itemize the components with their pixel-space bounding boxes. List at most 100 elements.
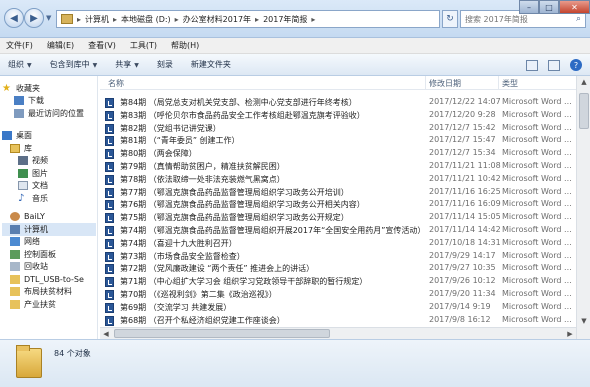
forward-button[interactable]: ▶: [24, 8, 44, 28]
file-name: 第82期 （党组书记讲党课）: [120, 123, 221, 133]
sidebar-item-label: 网络: [24, 237, 40, 247]
sidebar-item-favorites[interactable]: ★ 收藏夹: [2, 82, 96, 95]
file-row[interactable]: 第71期 （中心组扩大学习会 组织学习党政领导干部辞职的暂行规定） 2017/9/…: [100, 275, 576, 288]
file-row[interactable]: 第70期 （《巡视利剑》第二集《政治巡视》） 2017/9/20 11:34 Mic…: [100, 288, 576, 301]
breadcrumb-computer[interactable]: 计算机: [85, 14, 109, 25]
preview-pane-icon[interactable]: [548, 59, 560, 71]
word-document-icon: [105, 123, 114, 134]
library-icon: [10, 143, 20, 153]
file-name: 第72期 （党风廉政建设 “两个责任” 推进会上的讲话）: [120, 264, 315, 274]
file-row[interactable]: 第69期 （交流学习 共建发展） 2017/9/14 9:19 Microsoft …: [100, 301, 576, 314]
column-header-type[interactable]: 类型: [502, 78, 518, 89]
file-type: Microsoft Word ...: [502, 276, 572, 286]
file-row[interactable]: 第81期 （“青年委员” 创建工作） 2017/12/7 15:47 Microso…: [100, 134, 576, 147]
menu-view[interactable]: 查看(V): [88, 40, 116, 51]
maximize-button[interactable]: □: [539, 0, 559, 14]
scroll-down-icon[interactable]: ▼: [577, 315, 590, 327]
menu-help[interactable]: 帮助(H): [171, 40, 199, 51]
file-row[interactable]: 第80期 （两会保障） 2017/12/7 15:34 Microsoft Word…: [100, 147, 576, 160]
breadcrumb-folder[interactable]: 办公室材料2017年: [183, 14, 251, 25]
help-icon[interactable]: ?: [570, 59, 582, 71]
new-folder-button[interactable]: 新建文件夹: [191, 59, 231, 70]
column-header-name[interactable]: 名称: [108, 78, 124, 89]
music-icon: ♪: [18, 192, 25, 204]
close-button[interactable]: ✕: [559, 0, 590, 14]
file-row[interactable]: 第75期 （鄂温克旗食品药品监督管理局组织学习政务公开规定） 2017/11/14…: [100, 211, 576, 224]
chevron-down-icon: ▼: [92, 62, 98, 69]
view-controls: ?: [526, 59, 582, 71]
file-type: Microsoft Word ...: [502, 314, 572, 324]
breadcrumb-current[interactable]: 2017年简报: [263, 14, 307, 25]
burn-button[interactable]: 刻录: [157, 59, 173, 70]
menu-tools[interactable]: 工具(T): [130, 40, 157, 51]
sidebar-item-folder[interactable]: 布局扶贫材料: [2, 286, 96, 299]
sidebar-item-documents[interactable]: 文档: [2, 180, 96, 193]
sidebar-item-control-panel[interactable]: 控制面板: [2, 248, 96, 261]
navigation-pane: ★ 收藏夹 下载 最近访问的位置 桌面 库 视频 图片 文档 ♪ 音乐 BaiL…: [0, 76, 98, 339]
refresh-button[interactable]: ↻: [442, 10, 458, 28]
file-row[interactable]: 第78期 （依法取缔一处非法充装燃气黑窝点） 2017/11/21 10:42 Mi…: [100, 173, 576, 186]
details-pane: 84 个对象: [0, 339, 590, 387]
sidebar-item-recent[interactable]: 最近访问的位置: [2, 107, 96, 120]
change-view-icon[interactable]: [526, 59, 538, 71]
file-row[interactable]: 第84期 （局党总支对机关党支部、检测中心党支部进行年终考核） 2017/12/2…: [100, 96, 576, 109]
share-button[interactable]: 共享 ▼: [115, 59, 139, 70]
scroll-thumb[interactable]: [579, 93, 589, 129]
breadcrumb-separator-icon[interactable]: ▸: [175, 15, 179, 24]
sidebar-item-folder[interactable]: DTL_USB-to-Se: [2, 273, 96, 286]
sidebar-item-music[interactable]: ♪ 音乐: [2, 192, 96, 205]
vertical-scrollbar[interactable]: ▲ ▼: [576, 76, 590, 339]
menu-edit[interactable]: 编辑(E): [47, 40, 74, 51]
file-row[interactable]: 第68期 （召开个私经济组织党建工作座谈会） 2017/9/8 16:12 Micr…: [100, 314, 576, 327]
breadcrumb-separator-icon[interactable]: ▸: [77, 15, 81, 24]
download-folder-icon: [14, 96, 24, 106]
minimize-icon: –: [527, 2, 531, 12]
sidebar-item-downloads[interactable]: 下载: [2, 95, 96, 108]
minimize-button[interactable]: –: [519, 0, 539, 14]
computer-icon: [10, 224, 20, 234]
file-row[interactable]: 第73期 （市场食品安全监督检查） 2017/9/29 14:17 Microsof…: [100, 250, 576, 263]
word-document-icon: [105, 315, 114, 326]
file-row[interactable]: 第74期 （鄂温克旗食品药品监督管理局组织开展2017年“全国安全用药月”宣传活…: [100, 224, 576, 237]
column-divider[interactable]: [425, 76, 426, 90]
sidebar-item-computer[interactable]: 计算机: [2, 223, 96, 236]
file-row[interactable]: 第82期 （党组书记讲党课） 2017/12/7 15:42 Microsoft W…: [100, 122, 576, 135]
sidebar-item-libraries[interactable]: 库: [2, 142, 96, 155]
file-row[interactable]: 第76期 （鄂温克旗食品药品监督管理局组织学习政务公开相关内容） 2017/11/…: [100, 198, 576, 211]
item-count: 84 个对象: [54, 349, 91, 358]
column-divider[interactable]: [498, 76, 499, 90]
file-row[interactable]: 第77期 （鄂温克旗食品药品监督管理局组织学习政务公开培训） 2017/11/16…: [100, 186, 576, 199]
organize-button[interactable]: 组织 ▼: [8, 59, 32, 70]
recycle-bin-icon: [10, 262, 20, 272]
sidebar-item-videos[interactable]: 视频: [2, 155, 96, 168]
breadcrumb-drive[interactable]: 本地磁盘 (D:): [121, 14, 171, 25]
sidebar-item-network[interactable]: 网络: [2, 236, 96, 249]
sidebar-item-folder[interactable]: 产业扶贫: [2, 298, 96, 311]
breadcrumb-separator-icon[interactable]: ▸: [255, 15, 259, 24]
file-row[interactable]: 第83期 （呼伦贝尔市食品药品安全工作考核组赴鄂温克旗考评验收） 2017/12/…: [100, 109, 576, 122]
file-row[interactable]: 第74期 （喜迎十九大胜利召开） 2017/10/18 14:31 Microsof…: [100, 237, 576, 250]
horizontal-scrollbar[interactable]: ◀ ▶: [100, 327, 576, 339]
file-row[interactable]: 第79期 （真情帮助贫困户，精准扶贫解民困） 2017/11/21 11:08 Mi…: [100, 160, 576, 173]
history-dropdown-icon[interactable]: ▼: [46, 14, 51, 22]
refresh-icon: ↻: [446, 14, 454, 24]
sidebar-item-baily[interactable]: BaiLY: [2, 211, 96, 224]
file-date: 2017/9/26 10:12: [429, 276, 496, 286]
scroll-up-icon[interactable]: ▲: [577, 76, 590, 88]
sidebar-item-pictures[interactable]: 图片: [2, 167, 96, 180]
sidebar-item-desktop[interactable]: 桌面: [2, 130, 96, 143]
search-input[interactable]: [465, 14, 565, 24]
breadcrumb-separator-icon[interactable]: ▸: [311, 15, 315, 24]
breadcrumb-separator-icon[interactable]: ▸: [113, 15, 117, 24]
sidebar-item-recycle-bin[interactable]: 回收站: [2, 261, 96, 274]
column-header-date[interactable]: 修改日期: [429, 78, 461, 89]
user-icon: [10, 212, 20, 222]
forward-arrow-icon: ▶: [30, 12, 38, 24]
back-button[interactable]: ◀: [4, 8, 24, 28]
recent-places-icon: [14, 108, 24, 118]
include-in-library-button[interactable]: 包含到库中 ▼: [50, 59, 98, 70]
scroll-thumb[interactable]: [114, 329, 330, 338]
file-row[interactable]: 第72期 （党风廉政建设 “两个责任” 推进会上的讲话） 2017/9/27 10…: [100, 262, 576, 275]
menu-file[interactable]: 文件(F): [6, 40, 33, 51]
address-bar[interactable]: ▸ 计算机 ▸ 本地磁盘 (D:) ▸ 办公室材料2017年 ▸ 2017年简报…: [56, 10, 440, 28]
